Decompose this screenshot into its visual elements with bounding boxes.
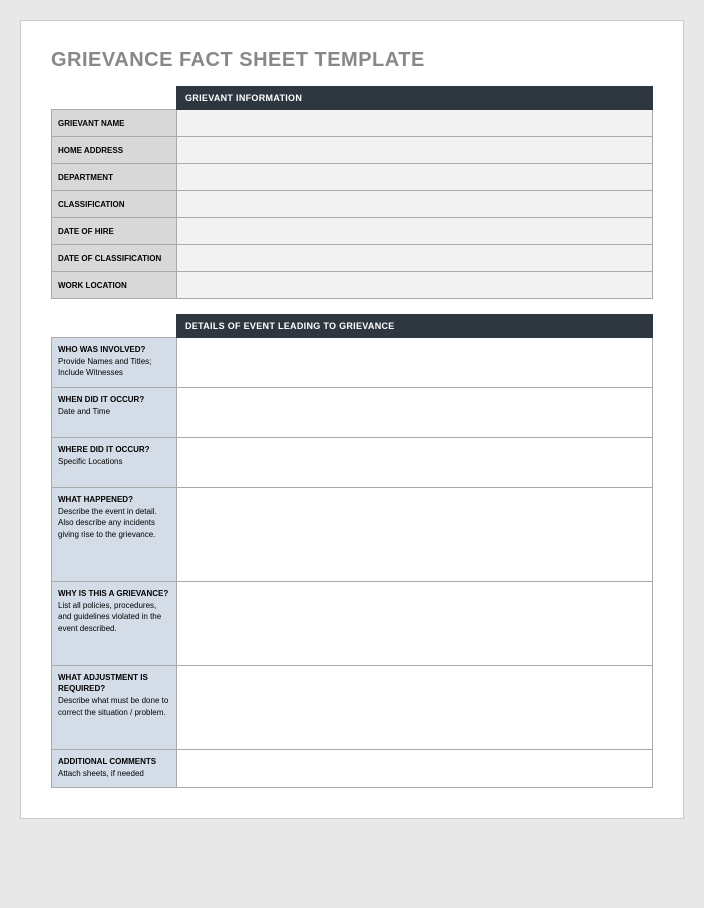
table-row: WHAT ADJUSTMENT IS REQUIRED? Describe wh… <box>52 666 653 750</box>
value-department[interactable] <box>177 164 653 191</box>
document-page: GRIEVANCE FACT SHEET TEMPLATE GRIEVANT I… <box>20 20 684 819</box>
value-when-occur[interactable] <box>177 388 653 438</box>
label-additional-comments: ADDITIONAL COMMENTS Attach sheets, if ne… <box>52 750 177 788</box>
label-date-of-classification: DATE OF CLASSIFICATION <box>52 245 177 272</box>
value-what-happened[interactable] <box>177 488 653 582</box>
value-grievant-name[interactable] <box>177 110 653 137</box>
table-row: WHAT HAPPENED? Describe the event in det… <box>52 488 653 582</box>
label-text: WHY IS THIS A GRIEVANCE? <box>58 589 168 598</box>
page-title: GRIEVANCE FACT SHEET TEMPLATE <box>51 49 653 72</box>
value-where-occur[interactable] <box>177 438 653 488</box>
value-why-grievance[interactable] <box>177 582 653 666</box>
label-classification: CLASSIFICATION <box>52 191 177 218</box>
section-header-event-details: DETAILS OF EVENT LEADING TO GRIEVANCE <box>177 315 653 338</box>
label-text: WHAT ADJUSTMENT IS REQUIRED? <box>58 673 148 693</box>
label-when-occur: WHEN DID IT OCCUR? Date and Time <box>52 388 177 438</box>
value-work-location[interactable] <box>177 272 653 299</box>
table-row: CLASSIFICATION <box>52 191 653 218</box>
label-grievant-name: GRIEVANT NAME <box>52 110 177 137</box>
table-row: DEPARTMENT <box>52 164 653 191</box>
value-home-address[interactable] <box>177 137 653 164</box>
label-sub: Provide Names and Titles; Include Witnes… <box>58 356 170 378</box>
table-row: ADDITIONAL COMMENTS Attach sheets, if ne… <box>52 750 653 788</box>
label-sub: List all policies, procedures, and guide… <box>58 600 170 634</box>
value-date-of-hire[interactable] <box>177 218 653 245</box>
label-home-address: HOME ADDRESS <box>52 137 177 164</box>
label-sub: Date and Time <box>58 406 170 417</box>
label-work-location: WORK LOCATION <box>52 272 177 299</box>
label-department: DEPARTMENT <box>52 164 177 191</box>
spacer-cell <box>52 87 177 110</box>
table-row: DATE OF HIRE <box>52 218 653 245</box>
value-who-involved[interactable] <box>177 338 653 388</box>
label-sub: Describe what must be done to correct th… <box>58 695 170 717</box>
label-sub: Specific Locations <box>58 456 170 467</box>
label-date-of-hire: DATE OF HIRE <box>52 218 177 245</box>
value-classification[interactable] <box>177 191 653 218</box>
section-header-grievant-info: GRIEVANT INFORMATION <box>177 87 653 110</box>
table-row: WHEN DID IT OCCUR? Date and Time <box>52 388 653 438</box>
label-what-happened: WHAT HAPPENED? Describe the event in det… <box>52 488 177 582</box>
label-sub: Describe the event in detail. Also descr… <box>58 506 170 540</box>
label-where-occur: WHERE DID IT OCCUR? Specific Locations <box>52 438 177 488</box>
grievant-info-table: GRIEVANT INFORMATION GRIEVANT NAME HOME … <box>51 86 653 788</box>
table-row: HOME ADDRESS <box>52 137 653 164</box>
table-row: DATE OF CLASSIFICATION <box>52 245 653 272</box>
value-adjustment-required[interactable] <box>177 666 653 750</box>
label-text: WHEN DID IT OCCUR? <box>58 395 144 404</box>
spacer-cell <box>52 315 177 338</box>
label-text: WHERE DID IT OCCUR? <box>58 445 150 454</box>
table-row: WHO WAS INVOLVED? Provide Names and Titl… <box>52 338 653 388</box>
table-row: WHY IS THIS A GRIEVANCE? List all polici… <box>52 582 653 666</box>
label-sub: Attach sheets, if needed <box>58 768 170 779</box>
label-who-involved: WHO WAS INVOLVED? Provide Names and Titl… <box>52 338 177 388</box>
label-adjustment-required: WHAT ADJUSTMENT IS REQUIRED? Describe wh… <box>52 666 177 750</box>
value-date-of-classification[interactable] <box>177 245 653 272</box>
table-row: WHERE DID IT OCCUR? Specific Locations <box>52 438 653 488</box>
label-text: WHAT HAPPENED? <box>58 495 133 504</box>
label-text: WHO WAS INVOLVED? <box>58 345 145 354</box>
table-row: WORK LOCATION <box>52 272 653 299</box>
label-why-grievance: WHY IS THIS A GRIEVANCE? List all polici… <box>52 582 177 666</box>
table-row: GRIEVANT NAME <box>52 110 653 137</box>
value-additional-comments[interactable] <box>177 750 653 788</box>
label-text: ADDITIONAL COMMENTS <box>58 757 156 766</box>
